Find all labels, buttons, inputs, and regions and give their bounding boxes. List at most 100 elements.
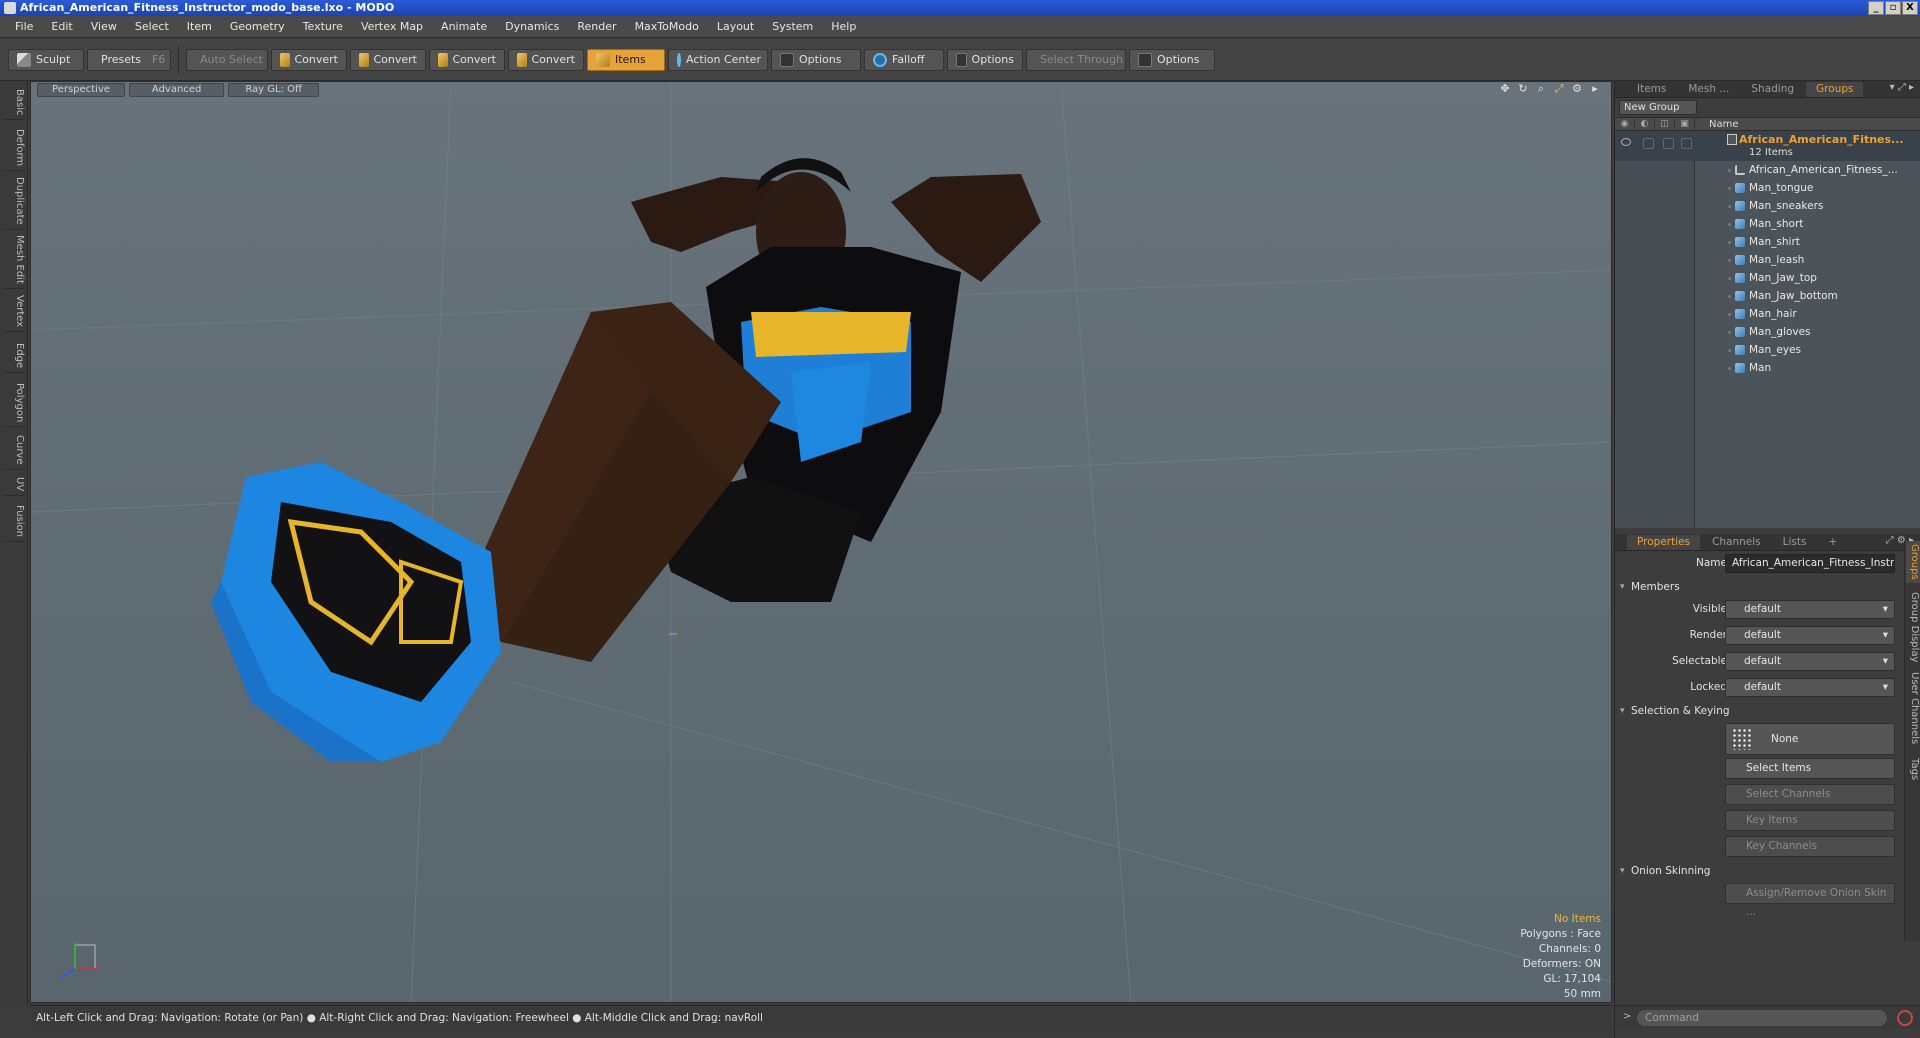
convert-button-4[interactable]: Convert (508, 48, 584, 71)
side-tab-user-channels[interactable]: User Channels (1906, 669, 1920, 747)
menu-system[interactable]: System (763, 20, 822, 33)
tab-lists[interactable]: Lists (1773, 535, 1817, 550)
new-group-button[interactable]: New Group (1619, 100, 1697, 115)
menu-layout[interactable]: Layout (708, 20, 763, 33)
list-item[interactable]: Man (1615, 359, 1920, 377)
visible-dropdown[interactable]: default (1725, 600, 1895, 619)
tab-polygon[interactable]: Polygon (3, 379, 25, 428)
key-items-button[interactable]: Key Items (1725, 810, 1895, 831)
selectable-dropdown[interactable]: default (1725, 652, 1895, 671)
action-center-button[interactable]: Action Center (668, 48, 768, 71)
3d-viewport[interactable]: Perspective Advanced Ray GL: Off ✥ ↻ ⌕ ⤢… (30, 81, 1612, 1003)
list-item[interactable]: Man_eyes (1615, 341, 1920, 359)
list-item[interactable]: Man_short (1615, 215, 1920, 233)
action-center-options-button[interactable]: Options (771, 48, 861, 71)
none-button[interactable]: None (1725, 723, 1895, 755)
list-item[interactable]: Man_hair (1615, 305, 1920, 323)
panel-options-icon[interactable]: ▾ ⤢ ▸ (1890, 82, 1914, 93)
render-toggle[interactable] (1643, 138, 1654, 149)
maximize-button[interactable]: ▫ (1885, 1, 1901, 15)
convert-button-2[interactable]: Convert (350, 48, 426, 71)
shading-mode-dropdown[interactable]: Advanced (128, 83, 225, 97)
eye-icon[interactable] (1621, 138, 1631, 146)
menu-maxtomodo[interactable]: MaxToModo (626, 20, 708, 33)
list-item[interactable]: Man_sneakers (1615, 197, 1920, 215)
group-row[interactable]: African_American_Fitnes... 12 Items (1615, 131, 1920, 161)
gear-icon[interactable]: ⚙ (1571, 83, 1583, 95)
onion-skinning-section[interactable]: Onion Skinning (1615, 861, 1920, 881)
select-items-button[interactable]: Select Items (1725, 758, 1895, 779)
visibility-column-icon[interactable]: ◉ (1615, 117, 1635, 131)
render-dropdown[interactable]: default (1725, 626, 1895, 645)
lock-column-icon[interactable]: ▣ (1675, 117, 1695, 131)
view-type-dropdown[interactable]: Perspective (37, 83, 125, 97)
menu-texture[interactable]: Texture (294, 20, 352, 33)
side-tab-group-display[interactable]: Group Display (1906, 589, 1920, 665)
menu-view[interactable]: View (82, 20, 126, 33)
lock-toggle[interactable] (1681, 138, 1692, 149)
falloff-options-button[interactable]: Options (947, 48, 1023, 71)
menu-dynamics[interactable]: Dynamics (496, 20, 568, 33)
tab-uv[interactable]: UV (3, 473, 25, 497)
list-item[interactable]: African_American_Fitness_... (1615, 161, 1920, 179)
add-tab-button[interactable]: + (1818, 535, 1847, 550)
list-item[interactable]: Man_Jaw_bottom (1615, 287, 1920, 305)
tab-vertex[interactable]: Vertex (3, 291, 25, 333)
key-channels-button[interactable]: Key Channels (1725, 836, 1895, 857)
tab-properties[interactable]: Properties (1627, 534, 1701, 550)
menu-select[interactable]: Select (126, 20, 178, 33)
raygl-toggle[interactable]: Ray GL: Off (228, 83, 319, 97)
presets-button[interactable]: Presets F6 (87, 48, 171, 71)
record-icon[interactable] (1897, 1010, 1913, 1026)
tab-shading[interactable]: Shading (1741, 82, 1804, 97)
tab-deform[interactable]: Deform (3, 125, 25, 172)
convert-button-1[interactable]: Convert (271, 48, 347, 71)
tab-edge[interactable]: Edge (3, 339, 25, 374)
members-section[interactable]: Members (1615, 577, 1920, 597)
close-button[interactable]: X (1902, 1, 1918, 15)
list-item[interactable]: Man_gloves (1615, 323, 1920, 341)
assign-onion-skin-button[interactable]: Assign/Remove Onion Skin ... (1725, 883, 1895, 918)
expand-arrow-icon[interactable]: ▸ (1589, 83, 1601, 95)
menu-item[interactable]: Item (178, 20, 221, 33)
tab-items[interactable]: Items (1627, 82, 1676, 97)
auto-select-button[interactable]: Auto Select (186, 48, 268, 71)
list-item[interactable]: Man_leash (1615, 251, 1920, 269)
tab-basic[interactable]: Basic (3, 85, 25, 121)
list-item[interactable]: Man_shirt (1615, 233, 1920, 251)
render-column-icon[interactable]: ◐ (1635, 117, 1655, 131)
menu-render[interactable]: Render (568, 20, 625, 33)
fit-icon[interactable]: ⤢ (1553, 83, 1565, 95)
pan-icon[interactable]: ✥ (1499, 83, 1511, 95)
menu-geometry[interactable]: Geometry (221, 20, 294, 33)
tab-groups[interactable]: Groups (1806, 81, 1864, 97)
name-input[interactable]: African_American_Fitness_Instru (1725, 554, 1895, 573)
menu-help[interactable]: Help (822, 20, 865, 33)
command-input[interactable]: Command (1637, 1010, 1887, 1026)
list-item[interactable]: Man_tongue (1615, 179, 1920, 197)
tab-mesh[interactable]: Mesh ... (1678, 82, 1739, 97)
select-toggle[interactable] (1663, 138, 1674, 149)
list-item[interactable]: Man_Jaw_top (1615, 269, 1920, 287)
tab-curve[interactable]: Curve (3, 431, 25, 470)
falloff-button[interactable]: Falloff (864, 48, 944, 71)
minimize-button[interactable]: _ (1868, 1, 1884, 15)
select-column-icon[interactable]: ◫ (1655, 117, 1675, 131)
menu-vertex-map[interactable]: Vertex Map (352, 20, 432, 33)
menu-edit[interactable]: Edit (42, 20, 81, 33)
tab-fusion[interactable]: Fusion (3, 501, 25, 542)
convert-button-3[interactable]: Convert (429, 48, 505, 71)
side-tab-tags[interactable]: Tags (1906, 755, 1920, 783)
tab-mesh-edit[interactable]: Mesh Edit (3, 231, 25, 289)
sculpt-button[interactable]: Sculpt (8, 48, 84, 71)
select-through-options-button[interactable]: Options (1129, 48, 1215, 71)
selection-keying-section[interactable]: Selection & Keying (1615, 701, 1920, 721)
side-tab-groups[interactable]: Groups (1906, 541, 1920, 583)
menu-animate[interactable]: Animate (432, 20, 496, 33)
tab-channels[interactable]: Channels (1702, 535, 1771, 550)
rotate-icon[interactable]: ↻ (1517, 83, 1529, 95)
tab-duplicate[interactable]: Duplicate (3, 173, 25, 230)
select-channels-button[interactable]: Select Channels (1725, 784, 1895, 805)
locked-dropdown[interactable]: default (1725, 678, 1895, 697)
menu-file[interactable]: File (6, 20, 42, 33)
